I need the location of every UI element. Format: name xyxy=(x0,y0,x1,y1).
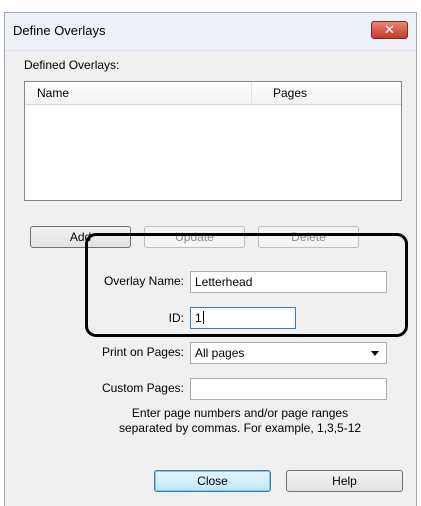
dialog-title: Define Overlays xyxy=(13,23,106,38)
id-value: 1 xyxy=(195,311,202,325)
print-on-pages-label: Print on Pages: xyxy=(101,345,184,359)
hint-line-1: Enter page numbers and/or page ranges xyxy=(131,406,349,420)
overlay-name-label: Overlay Name: xyxy=(103,274,184,288)
list-header: Name Pages xyxy=(25,82,401,105)
id-label: ID: xyxy=(168,311,184,325)
column-separator[interactable] xyxy=(251,82,252,104)
column-header-name[interactable]: Name xyxy=(37,86,69,100)
custom-pages-label: Custom Pages: xyxy=(101,381,184,395)
hint-line-2: separated by commas. For example, 1,3,5-… xyxy=(118,421,362,435)
custom-pages-field[interactable] xyxy=(190,378,387,400)
defined-overlays-label: Defined Overlays: xyxy=(24,58,120,72)
print-on-pages-value: All pages xyxy=(195,346,245,360)
close-icon: ✕ xyxy=(384,22,395,37)
overlay-name-value: Letterhead xyxy=(195,275,253,289)
print-on-pages-dropdown[interactable]: All pages xyxy=(190,342,387,364)
close-window-button[interactable]: ✕ xyxy=(371,21,408,39)
text-caret xyxy=(202,311,204,324)
help-button[interactable]: Help xyxy=(286,470,403,492)
id-field[interactable]: 1 xyxy=(190,307,296,329)
custom-pages-hint: Enter page numbers and/or page ranges se… xyxy=(110,406,370,436)
defined-overlays-list[interactable]: Name Pages xyxy=(24,81,402,201)
chevron-down-icon xyxy=(371,351,379,356)
title-bar: Define Overlays ✕ xyxy=(5,13,416,51)
overlay-name-field[interactable]: Letterhead xyxy=(190,271,387,293)
column-header-pages[interactable]: Pages xyxy=(273,86,307,100)
close-button[interactable]: Close xyxy=(154,470,271,492)
